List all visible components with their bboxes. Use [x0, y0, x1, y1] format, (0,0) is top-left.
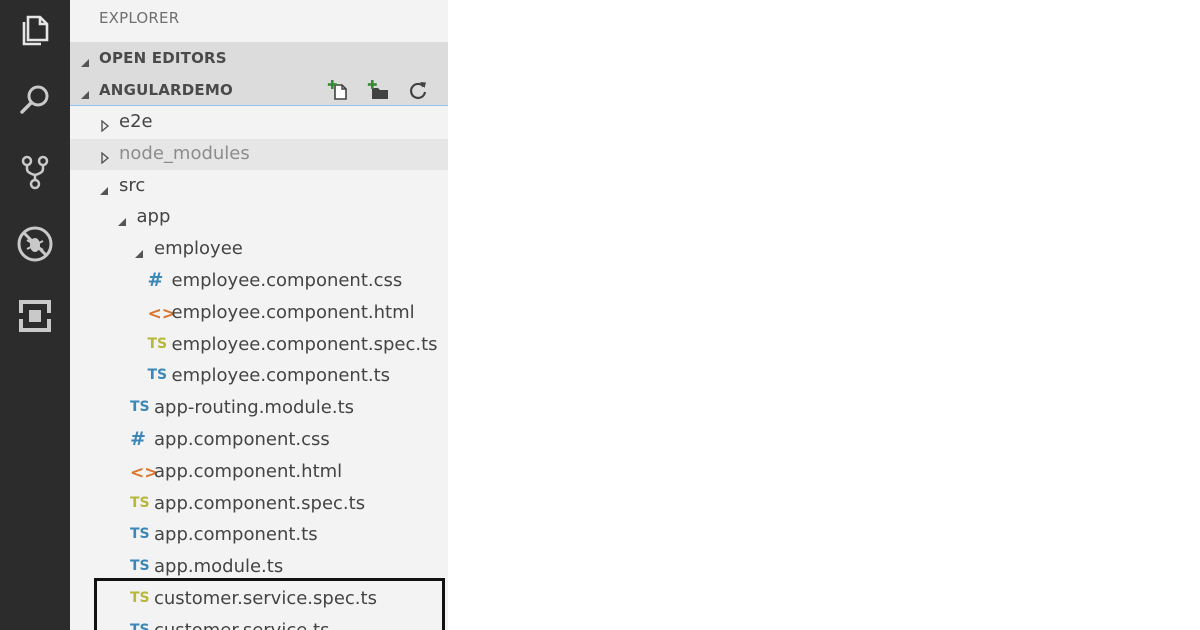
- typescript-spec-file-icon: TS: [147, 335, 168, 352]
- typescript-spec-file-icon: TS: [130, 590, 150, 606]
- refresh-icon: [409, 82, 427, 99]
- refresh-button[interactable]: [406, 78, 430, 102]
- explorer-activity-button[interactable]: [0, 2, 70, 58]
- chevron-down-icon: [134, 243, 146, 259]
- chevron-right-icon: [100, 148, 112, 165]
- source-control-icon: [21, 155, 49, 190]
- typescript-file-icon: TS: [130, 526, 150, 543]
- typescript-spec-file-icon: TS: [130, 494, 150, 511]
- tree-item-label: employee.component.css: [171, 270, 403, 291]
- folder-item[interactable]: e2e: [70, 107, 448, 138]
- explorer-title: EXPLORER: [99, 9, 180, 27]
- new-file-button[interactable]: [326, 78, 350, 102]
- file-item[interactable]: # employee.component.css: [70, 266, 448, 297]
- css-file-icon: #: [147, 269, 164, 291]
- tree-item-label: e2e: [119, 111, 153, 132]
- css-file-icon: #: [130, 428, 146, 450]
- search-icon: [20, 85, 49, 114]
- tree-item-label: app-routing.module.ts: [154, 397, 355, 419]
- files-icon: [22, 15, 49, 46]
- folder-item[interactable]: employee: [70, 234, 448, 265]
- tree-item-label: app.component.spec.ts: [154, 492, 366, 514]
- tree-item-label: customer.service.spec.ts: [154, 588, 377, 609]
- file-item[interactable]: TS customer.service.spec.ts: [70, 584, 448, 615]
- typescript-file-icon: TS: [147, 367, 168, 384]
- folder-item[interactable]: src: [70, 171, 448, 202]
- chevron-down-icon: [99, 180, 111, 195]
- open-editors-label: OPEN EDITORS: [99, 49, 227, 67]
- project-header[interactable]: ANGULARDEMO: [70, 74, 448, 106]
- new-folder-button[interactable]: [366, 78, 390, 102]
- tree-item-label: employee: [154, 238, 243, 260]
- tree-item-label: node_modules: [119, 142, 250, 164]
- chevron-right-icon: [100, 116, 112, 133]
- tree-item-label: employee.component.spec.ts: [171, 333, 438, 355]
- typescript-file-icon: TS: [130, 621, 150, 630]
- explorer-sidebar: EXPLORER OPEN EDITORS ANGULARDEMO e2e no…: [70, 0, 448, 630]
- activity-bar: [0, 0, 70, 630]
- tree-item-label: app.component.html: [154, 460, 343, 482]
- file-item[interactable]: TS app.component.spec.ts: [70, 489, 448, 520]
- tree-item-label: app.module.ts: [154, 556, 284, 578]
- tree-item-label: employee.component.html: [171, 301, 415, 323]
- file-item[interactable]: <> app.component.html: [70, 457, 448, 488]
- folder-item[interactable]: app: [70, 202, 448, 233]
- debug-icon: [17, 226, 53, 262]
- typescript-file-icon: TS: [130, 399, 150, 416]
- tree-item-label: app.component.ts: [154, 524, 318, 546]
- typescript-file-icon: TS: [130, 558, 150, 575]
- tree-item-label: app.component.css: [154, 429, 330, 450]
- explorer-actions: [326, 78, 430, 102]
- new-folder-icon: [367, 80, 388, 99]
- file-item[interactable]: TS app-routing.module.ts: [70, 393, 448, 424]
- tree-item-label: employee.component.ts: [171, 365, 391, 387]
- source-control-activity-button[interactable]: [0, 144, 70, 200]
- chevron-down-icon: [80, 86, 90, 104]
- file-item[interactable]: TS employee.component.ts: [70, 361, 448, 392]
- extensions-activity-button[interactable]: [0, 288, 70, 344]
- extensions-icon: [18, 300, 52, 332]
- debug-activity-button[interactable]: [0, 216, 70, 272]
- tree-item-label: app: [136, 206, 171, 228]
- tree-item-label: customer.service.ts: [154, 620, 329, 630]
- search-activity-button[interactable]: [0, 72, 70, 128]
- folder-item[interactable]: node_modules: [70, 138, 448, 170]
- new-file-icon: [327, 80, 347, 100]
- file-item[interactable]: TS employee.component.spec.ts: [70, 330, 448, 361]
- tree-item-label: src: [119, 174, 146, 196]
- chevron-down-icon: [117, 211, 129, 227]
- open-editors-header[interactable]: OPEN EDITORS: [70, 42, 448, 74]
- chevron-down-icon: [80, 54, 90, 72]
- file-item[interactable]: TS app.module.ts: [70, 552, 448, 583]
- file-item[interactable]: <> employee.component.html: [70, 298, 448, 329]
- file-item[interactable]: TS customer.service.ts: [70, 616, 448, 630]
- file-item[interactable]: # app.component.css: [70, 425, 448, 456]
- project-label: ANGULARDEMO: [99, 80, 233, 99]
- file-item[interactable]: TS app.component.ts: [70, 520, 448, 551]
